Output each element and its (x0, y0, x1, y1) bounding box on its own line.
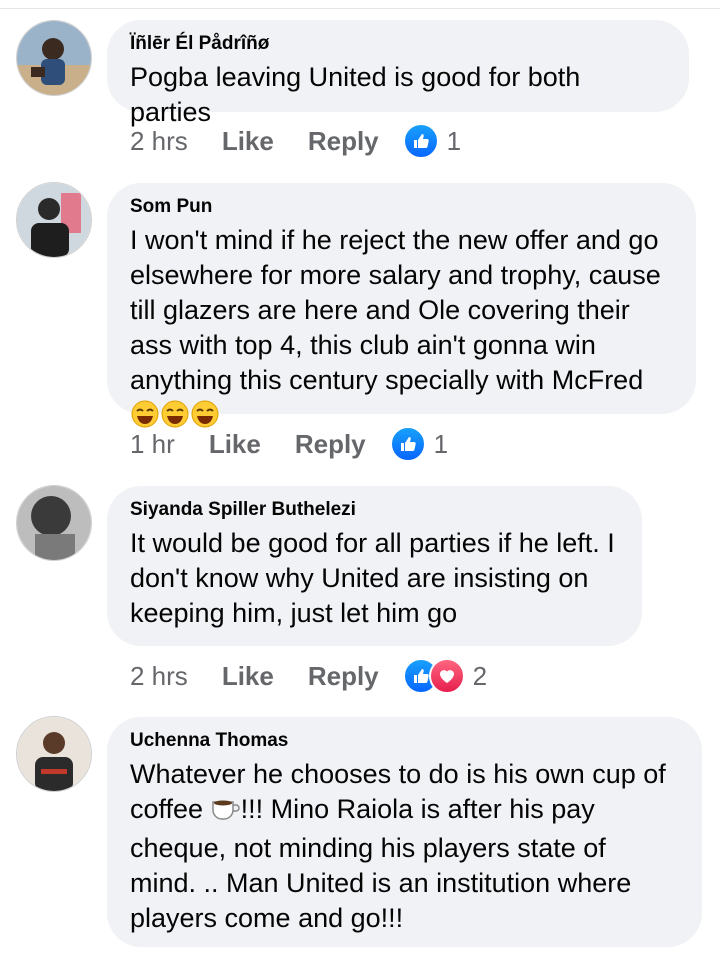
comment-time[interactable]: 1 hr (130, 429, 175, 460)
comment-bubble: Ïñlēr Él Pådrîñø Pogba leaving United is… (107, 20, 689, 127)
reply-button[interactable]: Reply (308, 126, 379, 157)
comment-author[interactable]: Som Pun (130, 196, 672, 218)
avatar[interactable] (16, 716, 92, 792)
comment-time[interactable]: 2 hrs (130, 661, 188, 692)
avatar[interactable] (16, 182, 92, 258)
like-button[interactable]: Like (209, 429, 261, 460)
comment-text: I won't mind if he reject the new offer … (130, 223, 672, 437)
comment-bubble: Uchenna Thomas Whatever he chooses to do… (107, 717, 702, 947)
reactions-summary[interactable]: 1 (389, 426, 449, 462)
comment-text: Pogba leaving United is good for both pa… (130, 62, 581, 127)
reactions-summary[interactable]: 1 (402, 123, 462, 159)
like-reaction-icon (402, 123, 439, 159)
comment-text: Whatever he chooses to do is his own cup… (130, 759, 666, 933)
avatar-photo (17, 717, 91, 791)
comment-time[interactable]: 2 hrs (130, 126, 188, 157)
avatar[interactable] (16, 485, 92, 561)
love-reaction-icon (428, 658, 465, 694)
reaction-count: 1 (433, 428, 449, 459)
avatar[interactable] (16, 20, 92, 96)
comment-actions: 1 hr Like Reply 1 (130, 424, 448, 464)
comment-actions: 2 hrs Like Reply 1 (130, 121, 461, 161)
avatar-photo (17, 486, 91, 560)
comment-author[interactable]: Uchenna Thomas (130, 730, 678, 752)
comment-author[interactable]: Siyanda Spiller Buthelezi (130, 499, 618, 521)
coffee-emoji-icon (211, 796, 241, 831)
like-reaction-icon (389, 426, 426, 462)
reactions-summary[interactable]: 2 (402, 658, 488, 694)
comment-author[interactable]: Ïñlēr Él Pådrîñø (130, 33, 665, 55)
like-button[interactable]: Like (222, 126, 274, 157)
comment-text: It would be good for all parties if he l… (130, 528, 615, 628)
reply-button[interactable]: Reply (308, 661, 379, 692)
reply-button[interactable]: Reply (295, 429, 366, 460)
reaction-count: 2 (472, 660, 488, 691)
reaction-count: 1 (446, 125, 462, 156)
comment-bubble: Siyanda Spiller Buthelezi It would be go… (107, 486, 642, 646)
top-divider (0, 0, 720, 9)
comment-actions: 2 hrs Like Reply 2 (130, 656, 487, 696)
avatar-photo (17, 21, 91, 95)
avatar-photo (17, 183, 91, 257)
comment-bubble: Som Pun I won't mind if he reject the ne… (107, 183, 696, 428)
like-button[interactable]: Like (222, 661, 274, 692)
